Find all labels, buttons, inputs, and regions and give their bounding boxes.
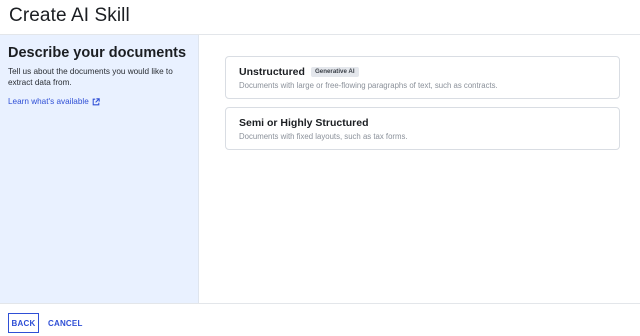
generative-ai-badge: Generative AI (310, 67, 359, 77)
sidebar-panel: Describe your documents Tell us about th… (0, 35, 199, 303)
option-description: Documents with fixed layouts, such as ta… (239, 132, 408, 141)
cancel-button[interactable]: CANCEL (43, 313, 88, 333)
sidebar-heading: Describe your documents (8, 45, 187, 61)
page-header: Create AI Skill (0, 0, 640, 35)
footer-bar: BACK CANCEL (0, 303, 640, 336)
main-content: Unstructured Generative AI Documents wit… (199, 35, 640, 303)
option-title-row: Semi or Highly Structured (239, 117, 369, 129)
sidebar-description: Tell us about the documents you would li… (8, 67, 173, 87)
option-card-unstructured[interactable]: Unstructured Generative AI Documents wit… (225, 56, 620, 99)
learn-more-link-label: Learn what's available (8, 97, 89, 106)
option-description: Documents with large or free-flowing par… (239, 81, 498, 90)
external-link-icon (92, 97, 100, 105)
back-button[interactable]: BACK (8, 313, 39, 333)
option-title: Semi or Highly Structured (239, 117, 369, 129)
option-title-row: Unstructured Generative AI (239, 66, 359, 78)
learn-more-link[interactable]: Learn what's available (8, 97, 100, 106)
page-title: Create AI Skill (9, 5, 130, 26)
option-title: Unstructured (239, 66, 305, 78)
option-card-structured[interactable]: Semi or Highly Structured Documents with… (225, 107, 620, 150)
